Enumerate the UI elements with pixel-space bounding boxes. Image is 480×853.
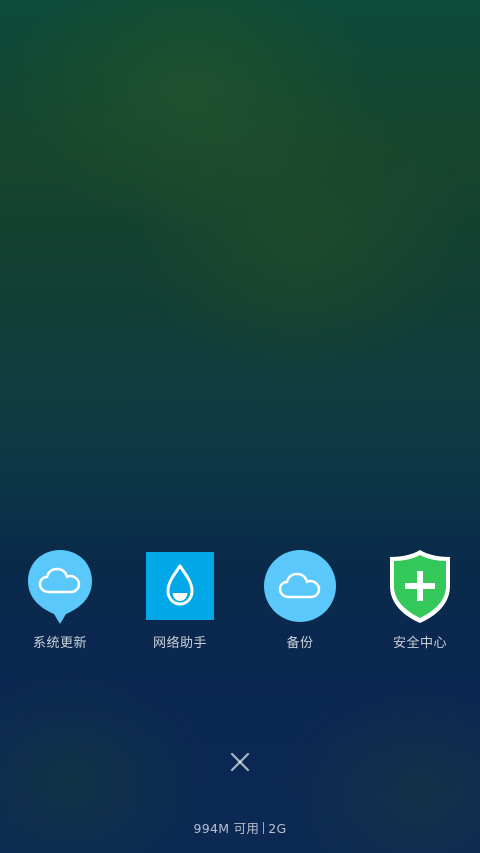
- app-security-center[interactable]: 安全中心: [360, 548, 480, 658]
- close-icon: [230, 752, 250, 772]
- water-drop-icon: [146, 552, 214, 620]
- app-label: 系统更新: [32, 636, 87, 651]
- divider: [263, 822, 265, 834]
- memory-available: 994M 可用: [193, 821, 260, 836]
- recent-apps-row: 系统更新 网络助手 备份 安全中心: [0, 548, 480, 658]
- plus-shield-icon: [390, 550, 450, 623]
- app-system-update[interactable]: 系统更新: [0, 548, 120, 658]
- memory-status: 994M 可用 2G: [0, 818, 480, 837]
- app-label: 网络助手: [152, 636, 207, 651]
- cloud-balloon-icon: [28, 550, 92, 624]
- memory-total: 2G: [268, 821, 287, 836]
- app-label: 备份: [286, 636, 314, 651]
- app-backup[interactable]: 备份: [240, 548, 360, 658]
- cloud-icon: [264, 550, 336, 622]
- clear-all-button[interactable]: [222, 744, 258, 780]
- app-label: 安全中心: [392, 636, 447, 651]
- app-network-assistant[interactable]: 网络助手: [120, 548, 240, 658]
